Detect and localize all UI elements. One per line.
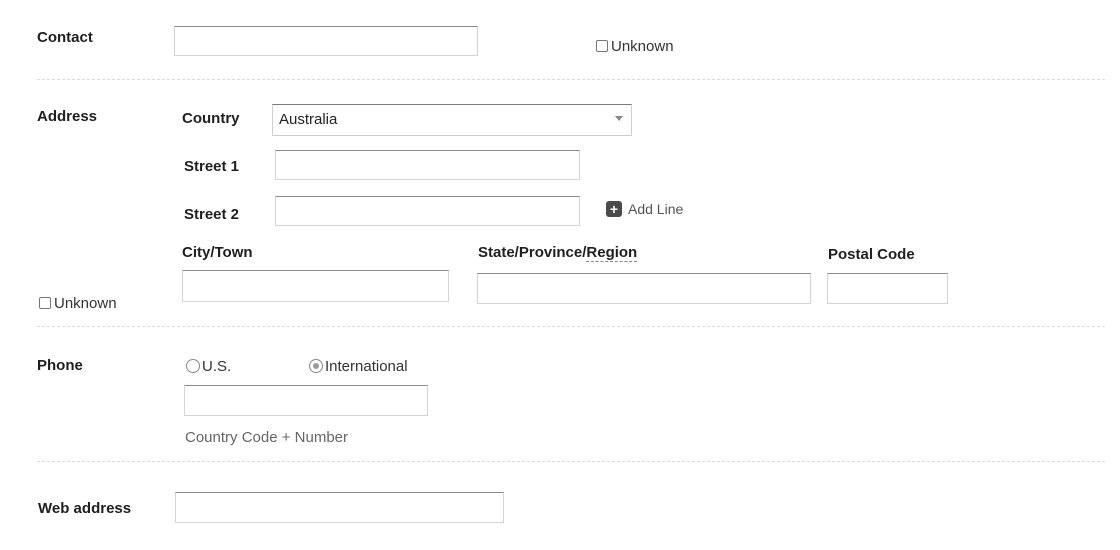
phone-label: Phone — [37, 357, 83, 374]
phone-option-international[interactable]: International — [309, 358, 408, 375]
chevron-down-icon — [615, 116, 623, 121]
postal-code-input[interactable] — [827, 273, 948, 304]
street1-input[interactable] — [275, 150, 580, 180]
state-label: State/Province/Region — [478, 244, 638, 262]
contact-label: Contact — [37, 29, 93, 46]
country-select-value: Australia — [279, 111, 338, 128]
postal-code-label: Postal Code — [828, 246, 915, 263]
web-address-input[interactable] — [175, 492, 504, 523]
divider — [37, 461, 1105, 462]
city-input[interactable] — [182, 270, 449, 302]
divider — [37, 326, 1105, 327]
add-line-label: Add Line — [628, 201, 684, 217]
contact-input[interactable] — [174, 26, 478, 56]
divider — [37, 79, 1105, 80]
street1-label: Street 1 — [184, 158, 240, 175]
state-input[interactable] — [477, 273, 811, 304]
country-select[interactable]: Australia — [272, 104, 632, 136]
phone-hint: Country Code + Number — [185, 429, 348, 446]
web-address-label: Web address — [38, 500, 132, 517]
city-label: City/Town — [182, 244, 253, 261]
phone-option-us-label: U.S. — [202, 358, 232, 375]
address-unknown-label: Unknown — [54, 295, 117, 312]
address-unknown-checkbox[interactable]: Unknown — [39, 295, 117, 312]
street2-label: Street 2 — [184, 206, 240, 223]
checkbox-icon[interactable] — [39, 297, 51, 309]
state-label-part1: State/Province/ — [478, 244, 587, 261]
checkbox-icon[interactable] — [596, 40, 608, 52]
address-label: Address — [37, 108, 98, 125]
phone-option-international-label: International — [325, 358, 408, 375]
state-label-region: Region — [586, 244, 638, 262]
radio-selected-icon[interactable] — [309, 359, 323, 373]
plus-square-icon: + — [606, 201, 622, 217]
radio-icon[interactable] — [186, 359, 200, 373]
country-label: Country — [182, 110, 240, 127]
phone-option-us[interactable]: U.S. — [186, 358, 231, 375]
street2-input[interactable] — [275, 196, 580, 226]
contact-unknown-checkbox[interactable]: Unknown — [596, 38, 674, 55]
add-line-button[interactable]: + Add Line — [606, 201, 683, 217]
phone-input[interactable] — [184, 385, 428, 416]
contact-unknown-label: Unknown — [611, 38, 674, 55]
